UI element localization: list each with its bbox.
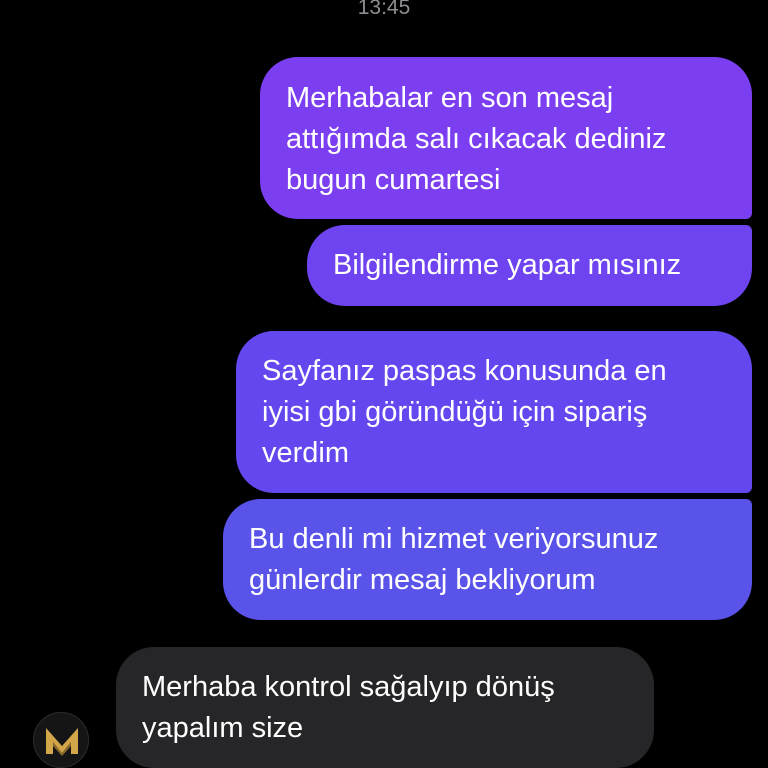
outgoing-message-bubble[interactable]: Sayfanız paspas konusunda en iyisi gbi g… bbox=[236, 331, 752, 493]
outgoing-message-bubble[interactable]: Bu denli mi hizmet veriyorsunuz günlerdi… bbox=[223, 499, 752, 620]
sender-avatar[interactable] bbox=[33, 712, 89, 768]
message-timestamp: 13:45 bbox=[357, 0, 411, 19]
outgoing-message-bubble[interactable]: Merhabalar en son mesaj attığımda salı c… bbox=[260, 57, 752, 219]
outgoing-message-bubble[interactable]: Bilgilendirme yapar mısınız bbox=[307, 225, 752, 306]
incoming-message-bubble[interactable]: Merhaba kontrol sağalyıp dönüş yapalım s… bbox=[116, 647, 654, 768]
m-logo-icon bbox=[46, 728, 78, 756]
